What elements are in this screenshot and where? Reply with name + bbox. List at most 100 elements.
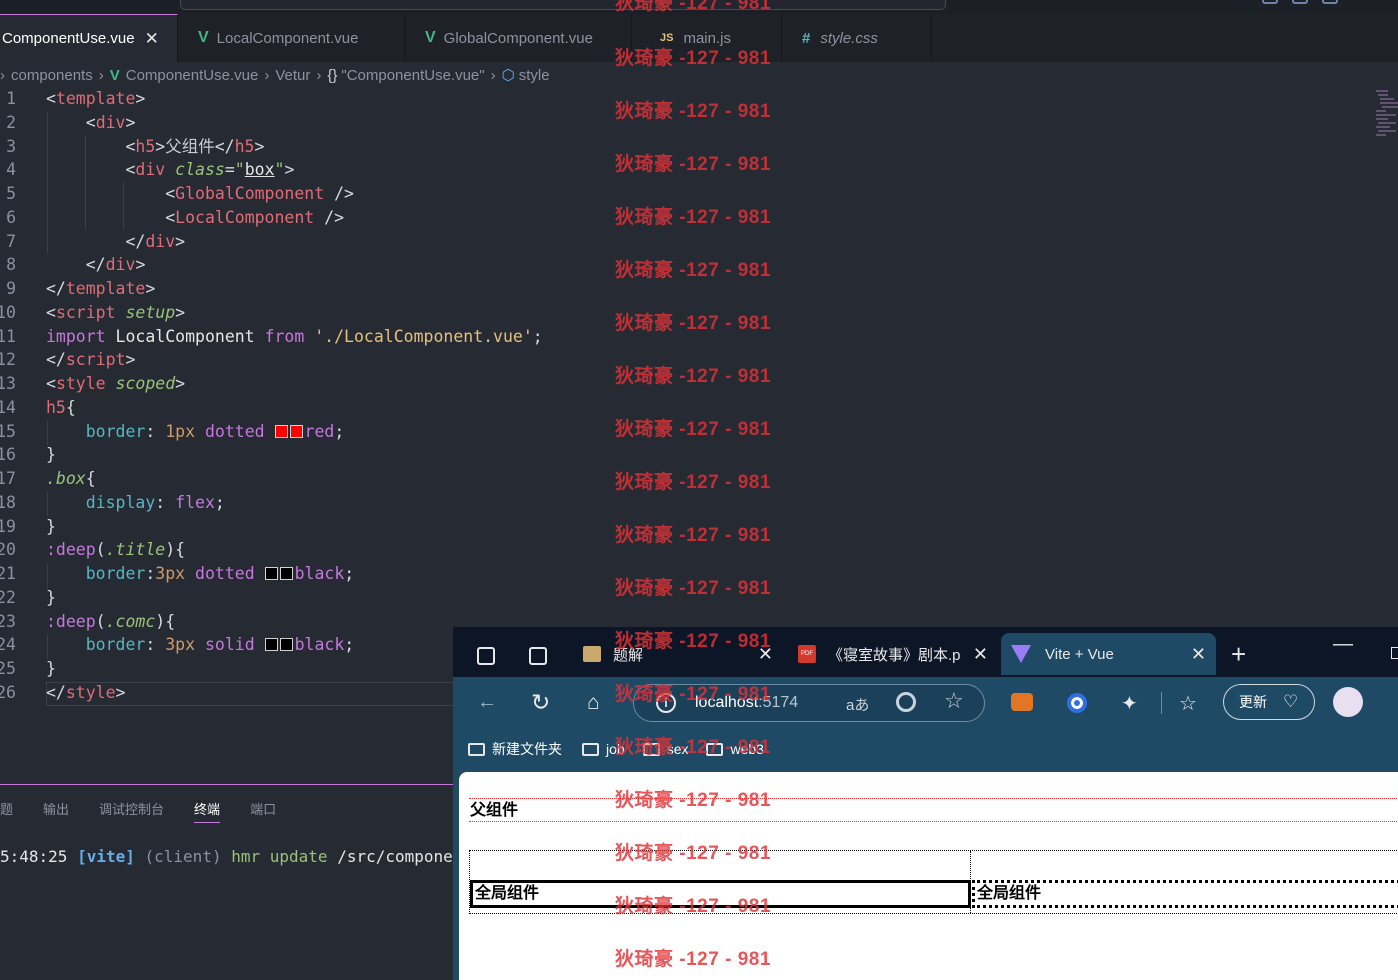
tab-label: ComponentUse.vue — [2, 30, 135, 47]
home-icon[interactable]: ⌂ — [587, 691, 600, 715]
browser-tab[interactable]: PDF 《寝室故事》剧本.pd ✕ — [786, 633, 998, 675]
chevron-right-icon: › — [98, 66, 104, 84]
line-number: 4 — [6, 160, 16, 179]
page-viewport[interactable]: 父组件 全局组件 全局组件 — [459, 772, 1398, 980]
terminal-vite: [vite] — [77, 847, 135, 866]
read-aloud-icon[interactable]: aあ — [846, 694, 869, 715]
close-icon[interactable]: ✕ — [145, 29, 159, 49]
browser-tab-active[interactable]: Vite + Vue ✕ — [1001, 633, 1216, 675]
tab-globalcomponent[interactable]: V GlobalComponent.vue — [405, 14, 632, 62]
tab-ports[interactable]: 端口 — [250, 799, 276, 823]
watermark-text: 狄琦豪 -127 - 981 — [615, 313, 771, 334]
tab-debug-console[interactable]: 调试控制台 — [99, 799, 164, 823]
color-swatch[interactable] — [274, 425, 288, 438]
panel-tabs: 题 输出 调试控制台 终端 端口 — [0, 799, 306, 823]
color-swatch[interactable] — [264, 638, 278, 651]
extension-icon[interactable] — [1067, 693, 1087, 713]
tab-output[interactable]: 输出 — [43, 799, 69, 823]
code-text: 父组件 — [165, 137, 215, 156]
line-number: 11 — [0, 327, 16, 346]
edge-icon[interactable] — [896, 692, 916, 712]
line-number: 26 — [0, 683, 16, 702]
line-number: 1 — [6, 89, 16, 108]
breadcrumb-folder[interactable]: components — [11, 67, 93, 84]
terminal-output[interactable]: 5:48:25 [vite] (client) hmr update /src/… — [0, 847, 491, 866]
watermark-text: 狄琦豪 -127 - 981 — [615, 0, 771, 14]
color-swatch[interactable] — [279, 638, 293, 651]
browser-toolbar: ← ↻ ⌂ i localhost:5174 aあ ☆ ✦ ☆ 更新 ♡ — [453, 677, 1398, 729]
pdf-icon: PDF — [798, 645, 816, 663]
update-button[interactable]: 更新 ♡ — [1223, 684, 1315, 720]
line-number: 10 — [0, 303, 16, 322]
bottom-panel: 题 输出 调试控制台 终端 端口 5:48:25 [vite] (client)… — [0, 784, 491, 980]
metamask-icon[interactable] — [1011, 693, 1033, 711]
toolbar-divider — [1161, 692, 1162, 714]
layout-icon[interactable] — [1292, 0, 1308, 4]
close-icon[interactable]: ✕ — [973, 644, 988, 665]
chevron-right-icon: › — [490, 66, 496, 84]
code-editor[interactable]: 1 <template> 2 <div> 3 <h5>父组件</h5> 4 <di… — [0, 87, 1398, 717]
braces-icon: {} — [327, 66, 338, 84]
breadcrumb-file[interactable]: ComponentUse.vue — [126, 67, 259, 84]
breadcrumb: › components › V ComponentUse.vue › Vetu… — [0, 64, 550, 86]
tab-actions-icon[interactable] — [529, 647, 547, 665]
watermark-text: 狄琦豪 -127 - 981 — [615, 472, 771, 493]
minimap[interactable] — [1374, 88, 1398, 138]
watermark-text: 狄琦豪 -127 - 981 — [615, 525, 771, 546]
watermark-text: 狄琦豪 -127 - 981 — [615, 949, 771, 970]
chevron-right-icon: › — [0, 66, 5, 84]
tab-terminal[interactable]: 终端 — [194, 799, 221, 823]
tab-label: style.css — [820, 29, 878, 47]
watermark-text: 狄琦豪 -127 - 981 — [615, 843, 771, 864]
workspaces-icon[interactable] — [477, 647, 495, 665]
line-number: 20 — [0, 540, 16, 559]
tab-problems[interactable]: 题 — [0, 799, 13, 823]
color-swatch[interactable] — [264, 567, 278, 580]
watermark-text: 狄琦豪 -127 - 981 — [615, 366, 771, 387]
favorites-icon[interactable]: ☆ — [1179, 691, 1197, 716]
back-icon[interactable]: ← — [477, 691, 497, 714]
layout-icon[interactable] — [1322, 0, 1338, 4]
color-swatch[interactable] — [289, 425, 303, 438]
layout-icon[interactable] — [1262, 0, 1278, 4]
watermark-text: 狄琦豪 -127 - 981 — [615, 154, 771, 175]
heart-icon: ♡ — [1283, 692, 1299, 711]
line-number: 15 — [0, 422, 16, 441]
command-center[interactable] — [180, 0, 946, 10]
tab-componentuse[interactable]: ComponentUse.vue ✕ — [0, 14, 178, 62]
page-h5: 父组件 — [469, 798, 1398, 822]
bookmark-folder[interactable]: 新建文件夹 — [468, 739, 562, 759]
layout-controls — [1262, 0, 1338, 4]
breadcrumb-symbol[interactable]: style — [519, 67, 550, 84]
bookmarks-bar: 新建文件夹 job sex web3 — [453, 729, 1398, 769]
vue-icon: V — [198, 29, 209, 46]
breadcrumb-scope[interactable]: "ComponentUse.vue" — [341, 67, 484, 84]
new-tab-icon[interactable]: + — [1231, 639, 1246, 670]
code-text: box — [244, 160, 275, 179]
color-swatch[interactable] — [279, 567, 293, 580]
watermark-text: 狄琦豪 -127 - 981 — [615, 790, 771, 811]
browser-tab-strip: 题解 ✕ PDF 《寝室故事》剧本.pd ✕ Vite + Vue ✕ + — — [453, 627, 1398, 677]
folder-icon — [468, 742, 485, 756]
minimize-icon[interactable]: — — [1333, 633, 1353, 656]
avatar[interactable] — [1333, 687, 1363, 717]
box-container: 全局组件 全局组件 — [469, 850, 1398, 914]
code-text: import — [46, 327, 106, 346]
tab-stylecss[interactable]: # style.css — [782, 14, 932, 62]
local-component-title: 全局组件 — [972, 880, 1398, 908]
tab-label: LocalComponent.vue — [216, 29, 359, 47]
folder-icon — [582, 742, 599, 756]
watermark-text: 狄琦豪 -127 - 981 — [615, 578, 771, 599]
tab-localcomponent[interactable]: V LocalComponent.vue — [178, 14, 405, 62]
refresh-icon[interactable]: ↻ — [531, 689, 550, 716]
breadcrumb-lang[interactable]: Vetur — [275, 67, 310, 84]
line-number: 18 — [0, 493, 16, 512]
star-icon[interactable]: ☆ — [944, 688, 964, 714]
code-text: LocalComponent — [115, 327, 255, 346]
chevron-right-icon: › — [316, 66, 322, 84]
puzzle-icon[interactable]: ✦ — [1121, 691, 1138, 716]
line-number: 9 — [6, 279, 16, 298]
maximize-icon[interactable] — [1391, 647, 1398, 659]
close-icon[interactable]: ✕ — [1191, 644, 1206, 665]
bookmark-label: 新建文件夹 — [492, 741, 562, 757]
